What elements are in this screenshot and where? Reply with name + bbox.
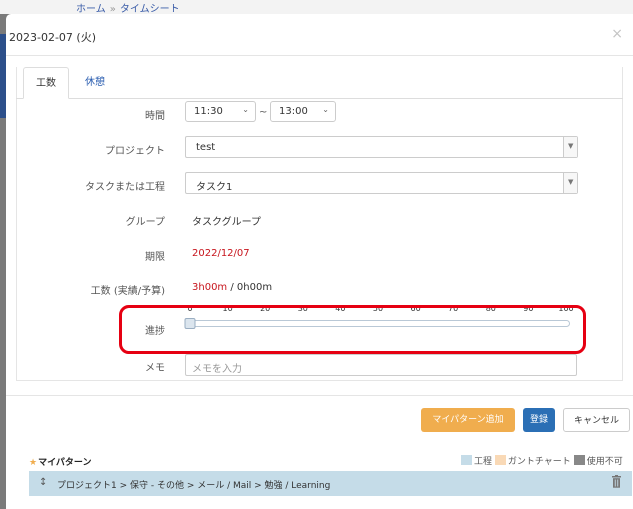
task-value: タスク1: [196, 182, 233, 193]
effort-separator: /: [227, 282, 237, 293]
project-label: プロジェクト: [105, 146, 165, 157]
deadline-label: 期限: [145, 252, 165, 263]
memo-placeholder: メモを入力: [192, 364, 242, 375]
legend-process: 工程: [474, 457, 493, 467]
effort-budget: 0h00m: [236, 282, 273, 293]
effort-label: 工数 (実績/予算): [90, 286, 165, 297]
legend-swatch-unavailable: [573, 455, 585, 465]
legend-swatch-process: [461, 455, 472, 465]
tab-break[interactable]: 休憩: [73, 67, 117, 99]
annotation-highlight-box: [119, 305, 586, 354]
chevron-down-icon: ⌄: [242, 105, 249, 114]
legend-gantt: ガントチャート: [507, 457, 571, 467]
deadline-value: 2022/12/07: [192, 248, 250, 259]
register-button[interactable]: 登録: [523, 408, 555, 432]
breadcrumb: ホーム» タイムシート: [76, 0, 180, 15]
add-pattern-button[interactable]: マイパターン追加: [421, 408, 515, 432]
time-separator: ~: [259, 107, 268, 118]
dropdown-arrow: ▼: [563, 173, 577, 193]
trash-icon[interactable]: [611, 475, 622, 488]
footer-divider: [6, 395, 633, 396]
group-value: タスクグループ: [192, 217, 261, 228]
task-select[interactable]: タスク1 ▼: [185, 172, 578, 194]
group-label: グループ: [125, 217, 165, 228]
drag-handle-icon[interactable]: ↕: [39, 477, 47, 488]
timesheet-entry-modal: 2023-02-07 (火) × 工数 休憩 時間 11:30 ⌄ ~ 13:0…: [6, 14, 633, 509]
cancel-button[interactable]: キャンセル: [563, 408, 630, 432]
pattern-row[interactable]: ↕ プロジェクト1 > 保守 - その他 > メール / Mail > 勉強 /…: [29, 471, 632, 496]
dropdown-arrow: ▼: [563, 137, 577, 157]
effort-actual: 3h00m: [192, 282, 228, 293]
project-value: test: [196, 142, 216, 153]
pattern-legend: 工程 ガントチャート 使用不可: [461, 454, 623, 467]
tab-bar: 工数 休憩: [16, 67, 623, 99]
modal-title: 2023-02-07 (火): [9, 31, 97, 44]
pattern-path: プロジェクト1 > 保守 - その他 > メール / Mail > 勉強 / L…: [57, 481, 331, 491]
effort-value: 3h00m / 0h00m: [192, 282, 272, 293]
caret-down-icon: ▼: [568, 142, 574, 150]
star-icon: ★: [29, 458, 38, 468]
legend-unavailable: 使用不可: [586, 457, 623, 467]
memo-label: メモ: [145, 363, 165, 374]
task-label: タスクまたは工程: [85, 182, 165, 193]
caret-down-icon: ▼: [568, 178, 574, 186]
tab-effort[interactable]: 工数: [23, 67, 69, 99]
close-icon[interactable]: ×: [611, 26, 623, 42]
modal-header: 2023-02-07 (火) ×: [6, 14, 633, 56]
end-time-value: 13:00: [279, 106, 308, 117]
project-select[interactable]: test ▼: [185, 136, 578, 158]
chevron-down-icon: ⌄: [322, 105, 329, 114]
my-pattern-heading: ★マイパターン: [29, 455, 91, 468]
start-time-select[interactable]: 11:30 ⌄: [185, 101, 256, 122]
end-time-select[interactable]: 13:00 ⌄: [270, 101, 336, 122]
time-label: 時間: [145, 111, 165, 122]
my-pattern-title: マイパターン: [38, 458, 92, 468]
legend-swatch-gantt: [494, 455, 506, 465]
start-time-value: 11:30: [194, 106, 223, 117]
memo-input[interactable]: メモを入力: [185, 354, 577, 376]
